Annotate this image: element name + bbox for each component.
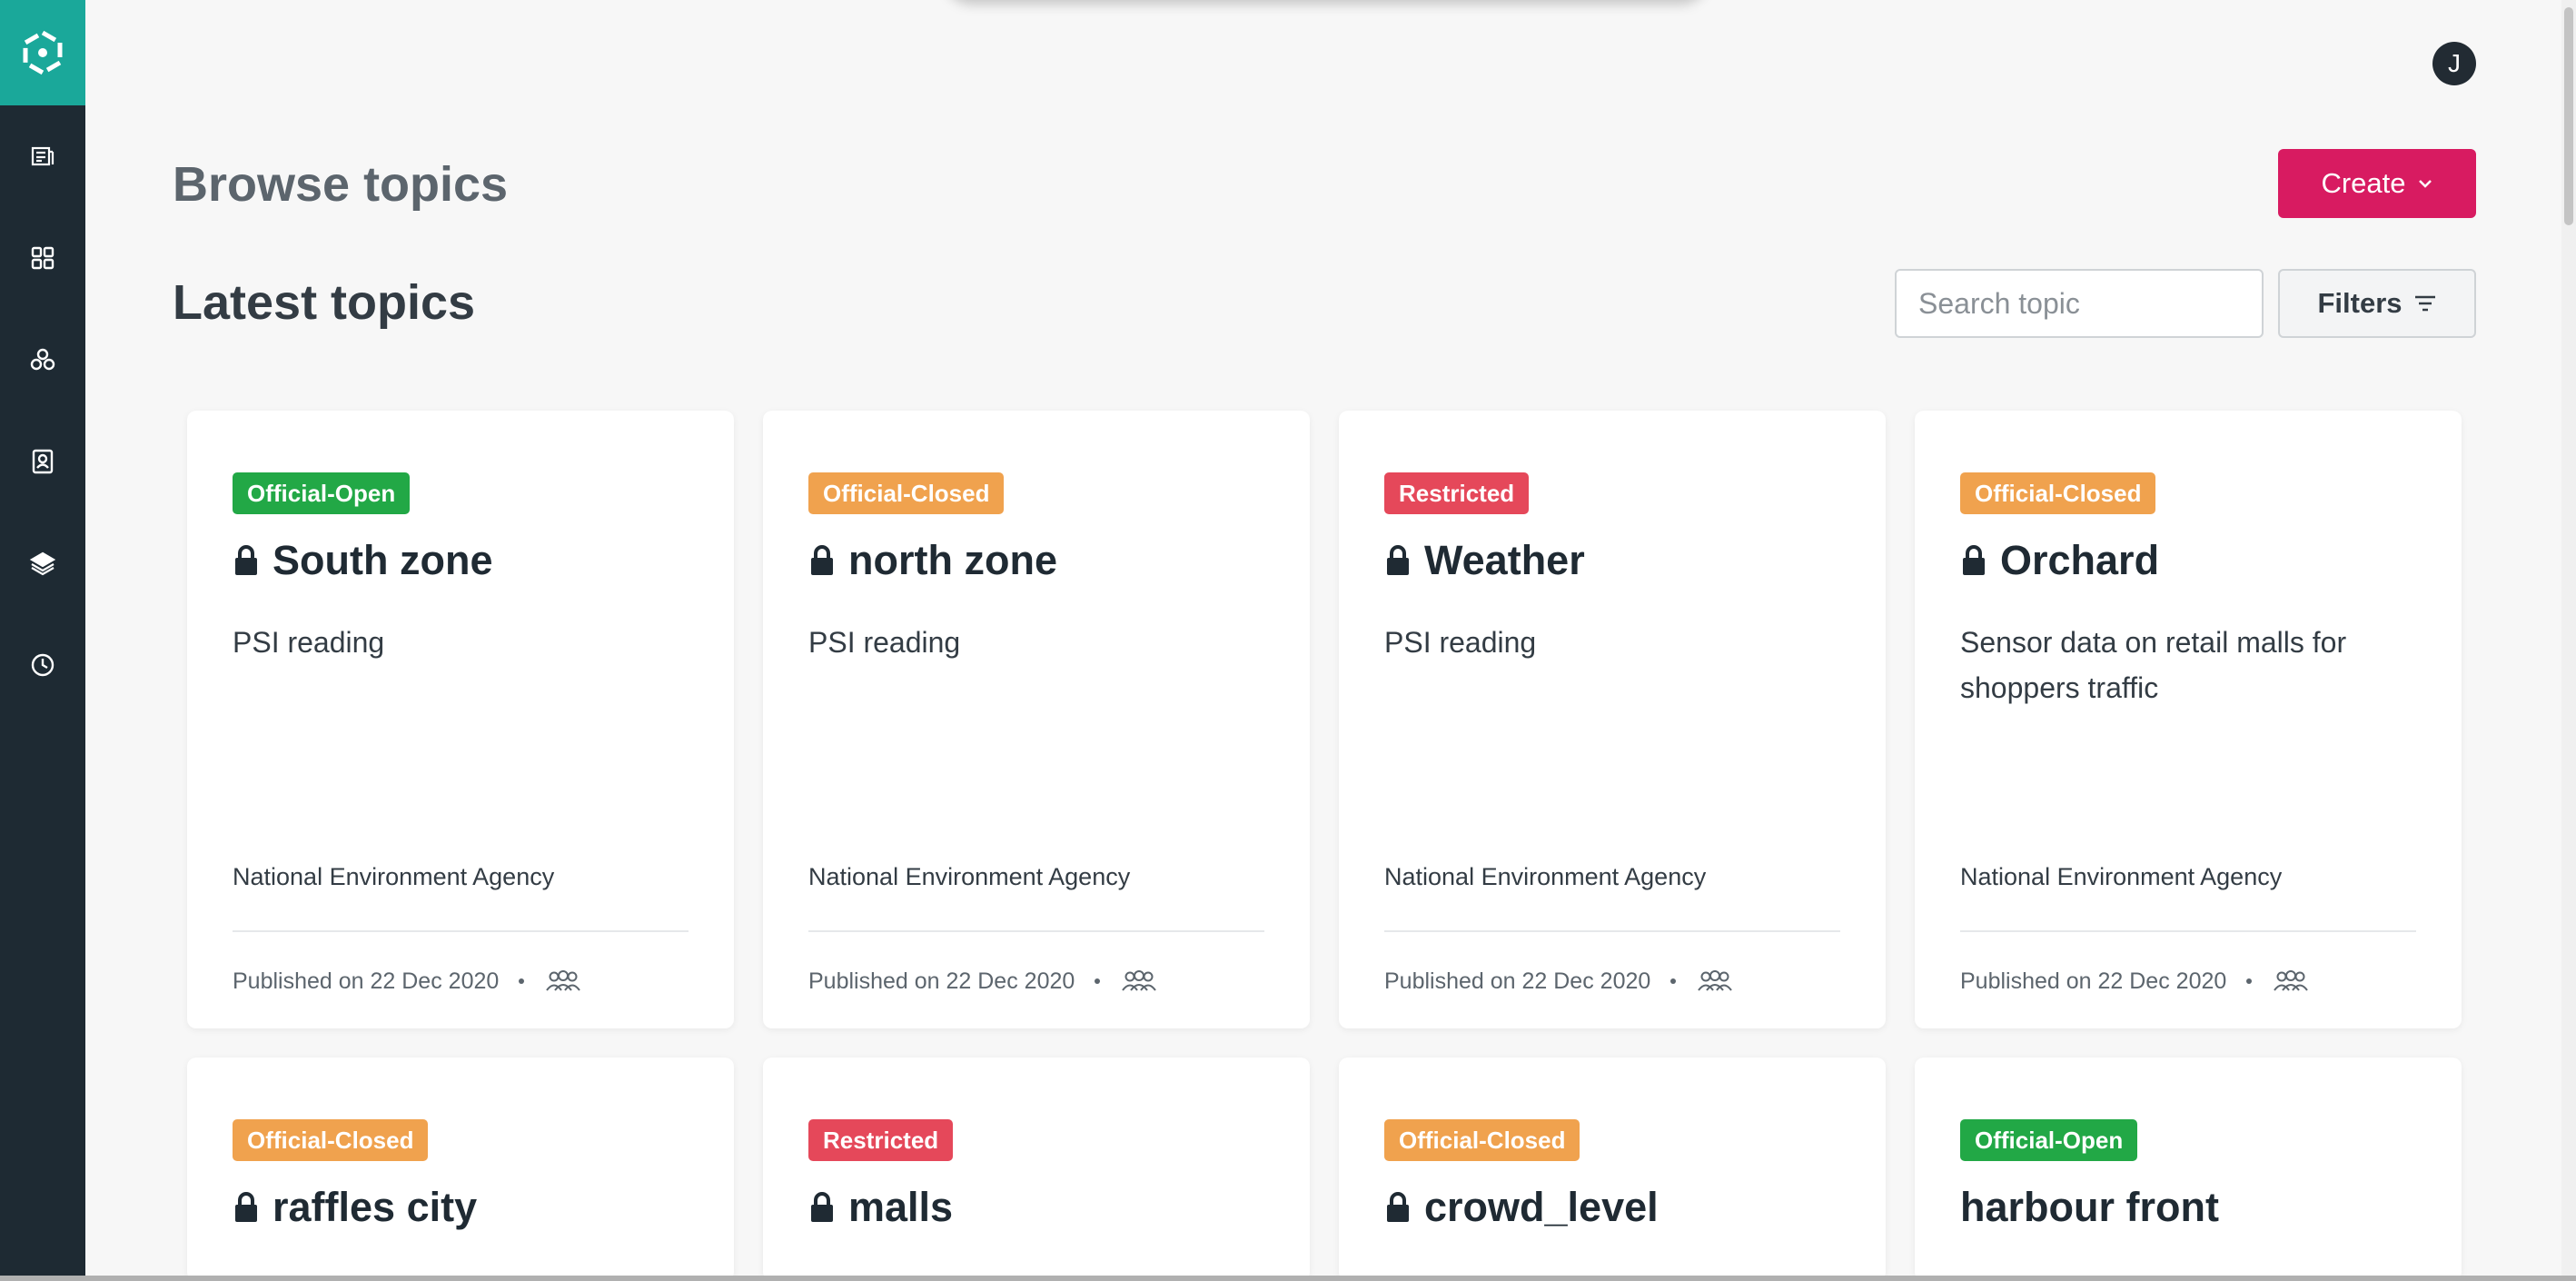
sidebar [0, 0, 85, 1281]
app-logo[interactable] [0, 0, 85, 105]
card-description: Sensor data on retail malls for shoppers… [1960, 626, 2347, 704]
scrollbar-thumb[interactable] [2564, 7, 2573, 225]
sidebar-item-dashboard[interactable] [0, 231, 85, 285]
lock-icon [811, 545, 833, 575]
lock-icon [235, 545, 257, 575]
published-date: Published on 22 Dec 2020 [1384, 968, 1651, 994]
card-title-text: Orchard [2000, 537, 2160, 583]
divider [1384, 930, 1840, 932]
topic-card[interactable]: Official-Closed crowd_level [1339, 1058, 1886, 1281]
card-title-text: harbour front [1960, 1184, 2219, 1230]
card-title-text: malls [848, 1184, 954, 1230]
lock-icon [1963, 545, 1985, 575]
status-badge: Official-Open [1960, 1119, 2138, 1161]
card-meta: Published on 22 Dec 2020 [1384, 965, 1734, 998]
card-agency: National Environment Agency [808, 863, 1131, 890]
group-icon [1122, 970, 1157, 991]
card-title-text: crowd_level [1424, 1184, 1659, 1230]
topic-card[interactable]: Official-Closed Orchard Sensor data on r… [1915, 411, 2462, 1028]
search-input[interactable] [1895, 269, 2264, 338]
divider [233, 930, 689, 932]
card-title: South zone [233, 532, 492, 589]
filter-icon [2414, 295, 2435, 312]
separator-dot [1095, 978, 1101, 984]
card-agency: National Environment Agency [233, 863, 555, 890]
scrollbar[interactable] [2561, 0, 2576, 1281]
published-date: Published on 22 Dec 2020 [1960, 968, 2227, 994]
topic-card[interactable]: Official-Open harbour front [1915, 1058, 2462, 1281]
divider [1960, 930, 2416, 932]
card-title-text: north zone [848, 537, 1057, 583]
group-icon [2274, 970, 2309, 991]
topic-card[interactable]: Restricted malls [763, 1058, 1310, 1281]
chevron-down-icon [2418, 180, 2432, 188]
topic-card[interactable]: Restricted Weather PSI reading National … [1339, 411, 1886, 1028]
card-meta: Published on 22 Dec 2020 [808, 965, 1158, 998]
filters-button[interactable]: Filters [2278, 269, 2476, 338]
card-title-text: raffles city [272, 1184, 478, 1230]
create-button[interactable]: Create [2278, 149, 2476, 218]
card-title: Weather [1384, 532, 1585, 589]
card-description: PSI reading [808, 626, 961, 659]
card-description: PSI reading [233, 626, 385, 659]
topic-card[interactable]: Official-Open South zone PSI reading Nat… [187, 411, 734, 1028]
card-title-text: Weather [1424, 537, 1585, 583]
layers-icon [29, 551, 56, 576]
window-bottom-edge [0, 1276, 2576, 1281]
card-title: raffles city [233, 1179, 477, 1236]
sidebar-item-network[interactable] [0, 333, 85, 387]
section-title: Latest topics [173, 275, 476, 330]
page-title: Browse topics [173, 157, 509, 212]
card-agency: National Environment Agency [1960, 863, 2283, 890]
lock-icon [1387, 1192, 1409, 1222]
card-meta: Published on 22 Dec 2020 [233, 965, 582, 998]
status-badge: Restricted [1384, 472, 1530, 514]
card-meta: Published on 22 Dec 2020 [1960, 965, 2310, 998]
sidebar-item-history[interactable] [0, 638, 85, 692]
filters-button-label: Filters [2317, 287, 2403, 319]
topic-card[interactable]: Official-Closed north zone PSI reading N… [763, 411, 1310, 1028]
status-badge: Official-Closed [1960, 472, 2156, 514]
status-badge: Official-Closed [1384, 1119, 1580, 1161]
lock-icon [1387, 545, 1409, 575]
clock-icon [31, 653, 54, 677]
group-icon [1698, 970, 1733, 991]
status-badge: Official-Open [233, 472, 411, 514]
lock-icon [235, 1192, 257, 1222]
logo-icon [23, 30, 63, 75]
topic-card[interactable]: Official-Closed raffles city [187, 1058, 734, 1281]
card-title: Orchard [1960, 532, 2159, 589]
published-date: Published on 22 Dec 2020 [233, 968, 500, 994]
network-icon [30, 348, 55, 371]
dashboard-grid-icon [31, 246, 54, 270]
published-date: Published on 22 Dec 2020 [808, 968, 1075, 994]
contacts-icon [32, 449, 54, 474]
sidebar-item-contacts[interactable] [0, 434, 85, 489]
create-button-label: Create [2321, 167, 2406, 199]
card-title: north zone [808, 532, 1057, 589]
avatar[interactable]: J [2432, 42, 2476, 85]
sidebar-item-layers[interactable] [0, 536, 85, 591]
topics-icon [31, 146, 54, 166]
sidebar-item-topics[interactable] [0, 129, 85, 184]
card-description: PSI reading [1384, 626, 1537, 659]
status-badge: Restricted [808, 1119, 954, 1161]
card-title-text: South zone [272, 537, 493, 583]
card-agency: National Environment Agency [1384, 863, 1707, 890]
separator-dot [1670, 978, 1677, 984]
status-badge: Official-Closed [808, 472, 1005, 514]
separator-dot [2246, 978, 2253, 984]
card-title: harbour front [1960, 1179, 2219, 1236]
card-title: malls [808, 1179, 953, 1236]
divider [808, 930, 1264, 932]
group-icon [546, 970, 581, 991]
card-title: crowd_level [1384, 1179, 1659, 1236]
status-badge: Official-Closed [233, 1119, 429, 1161]
separator-dot [519, 978, 525, 984]
lock-icon [811, 1192, 833, 1222]
